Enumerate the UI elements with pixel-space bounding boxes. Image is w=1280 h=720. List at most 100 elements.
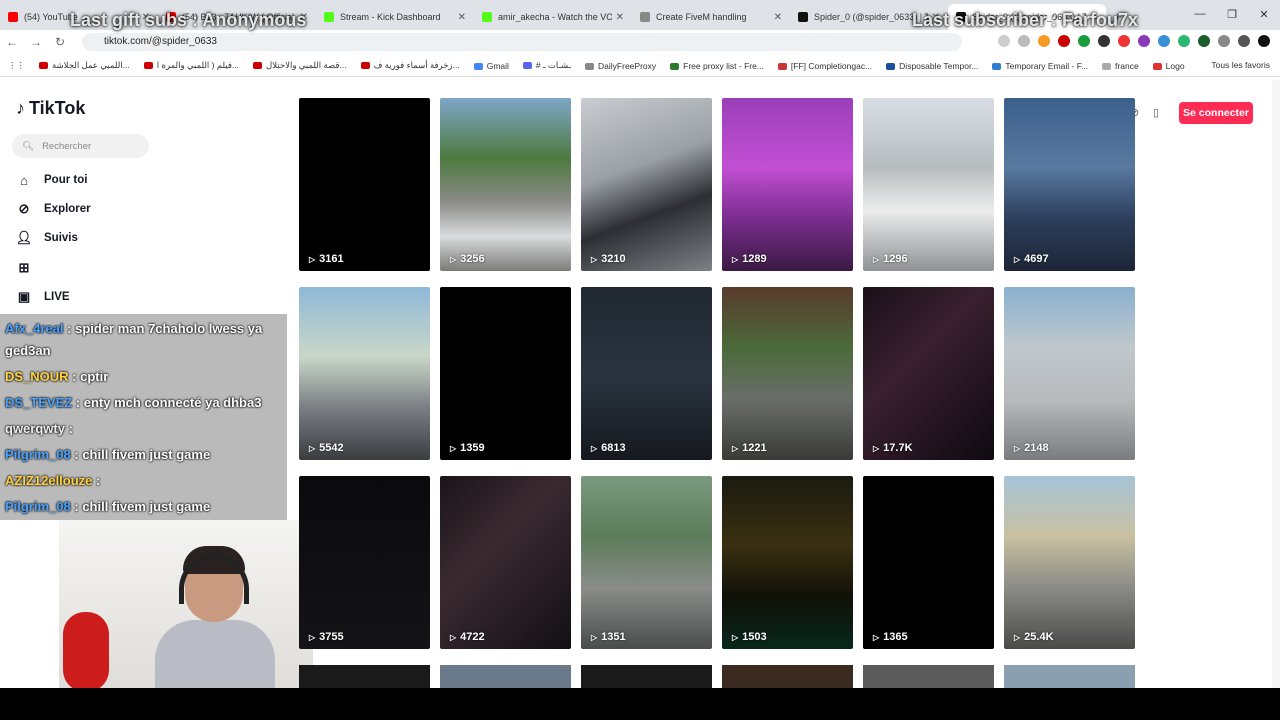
extension-icon[interactable] bbox=[1158, 35, 1170, 47]
sidebar-item-label: LIVE bbox=[44, 291, 70, 303]
back-icon[interactable]: ← bbox=[0, 35, 24, 49]
menu-icon[interactable] bbox=[1238, 35, 1250, 47]
chat-message: Pilgrim_08 : chill fivem just game bbox=[5, 496, 210, 518]
bookmark-item[interactable]: زخرفة أسماء فورية ف... bbox=[360, 60, 460, 71]
extension-icon[interactable] bbox=[1058, 35, 1070, 47]
search-input[interactable]: 🔍︎ Rechercher bbox=[12, 134, 149, 158]
sidebar-item-label: Pour toi bbox=[44, 174, 88, 186]
sidebar-item-live[interactable]: ▣ LIVE bbox=[16, 289, 70, 305]
install-icon[interactable] bbox=[998, 35, 1010, 47]
extension-icon[interactable] bbox=[1118, 35, 1130, 47]
chat-username: Pilgrim_08 bbox=[5, 499, 71, 514]
video-card[interactable]: ▷ 3755 bbox=[299, 476, 430, 649]
view-count-value: 25.4K bbox=[1024, 631, 1054, 643]
video-card[interactable]: ▷ 3161 bbox=[299, 98, 430, 271]
video-card[interactable]: ▷ 1221 bbox=[722, 287, 853, 460]
video-card[interactable]: ▷ 1296 bbox=[863, 98, 994, 271]
video-card-partial[interactable] bbox=[299, 665, 430, 688]
bookmark-item[interactable]: Gmail bbox=[473, 61, 509, 71]
minimize-icon[interactable]: — bbox=[1184, 8, 1216, 20]
extension-icon[interactable] bbox=[1138, 35, 1150, 47]
bookmark-item[interactable]: DailyFreeProxy bbox=[585, 61, 656, 71]
play-icon: ▷ bbox=[450, 443, 457, 453]
view-count: ▷ 3161 bbox=[309, 253, 344, 265]
video-card[interactable]: ▷ 1289 bbox=[722, 98, 853, 271]
login-button[interactable]: Se connecter bbox=[1179, 102, 1253, 124]
bookmark-item[interactable]: قصة اللمبي والاحتلال... bbox=[253, 60, 347, 71]
video-card[interactable]: ▷ 3210 bbox=[581, 98, 712, 271]
browser-tab[interactable]: Create FiveM handling ✕ bbox=[632, 4, 790, 30]
video-card[interactable]: ▷ 4722 bbox=[440, 476, 571, 649]
bookmark-item[interactable]: فيلم ( اللمبي والمرة ا... bbox=[143, 60, 239, 71]
extension-icon[interactable] bbox=[1098, 35, 1110, 47]
page-scrollbar[interactable] bbox=[1272, 80, 1280, 688]
video-card[interactable]: ▷ 2148 bbox=[1004, 287, 1135, 460]
bookmark-item[interactable]: Temporary Email - F... bbox=[992, 61, 1088, 71]
tiktok-logo[interactable]: ♪ TikTok bbox=[16, 98, 85, 119]
video-card-partial[interactable] bbox=[581, 665, 712, 688]
video-card-partial[interactable] bbox=[440, 665, 571, 688]
browser-tab[interactable]: Stream - Kick Dashboard ✕ bbox=[316, 4, 474, 30]
profile-avatar[interactable] bbox=[1258, 35, 1270, 47]
forward-icon[interactable]: → bbox=[24, 35, 48, 49]
sidebar-item-suivis[interactable]: 👤︎ Suivis bbox=[16, 230, 78, 246]
tab-close-icon[interactable]: ✕ bbox=[616, 12, 624, 23]
address-bar-row: ← → ↻ tiktok.com/@spider_0633 bbox=[0, 30, 1280, 54]
video-card[interactable]: ▷ 1359 bbox=[440, 287, 571, 460]
sidebar-item-pour-toi[interactable]: ⌂ Pour toi bbox=[16, 172, 87, 188]
chat-text: : enty mch connecté ya dhba3 bbox=[72, 395, 262, 410]
browser-tab[interactable]: amir_akecha - Watch the VOD ✕ bbox=[474, 4, 632, 30]
bookmark-item[interactable]: # ـشـات ـ bbox=[522, 60, 572, 71]
video-card[interactable]: ▷ 1503 bbox=[722, 476, 853, 649]
url-field[interactable]: tiktok.com/@spider_0633 bbox=[82, 33, 962, 51]
chat-text: : bbox=[92, 473, 101, 488]
video-card[interactable]: ▷ 17.7K bbox=[863, 287, 994, 460]
view-count: ▷ 1289 bbox=[732, 253, 767, 265]
extension-icon[interactable] bbox=[1178, 35, 1190, 47]
bookmark-label: # ـشـات ـ bbox=[535, 60, 572, 70]
bookmark-item[interactable]: france bbox=[1102, 61, 1139, 71]
video-card-partial[interactable] bbox=[1004, 665, 1135, 688]
bookmark-label: [FF] Completiongac... bbox=[790, 60, 873, 71]
reload-icon[interactable]: ↻ bbox=[48, 35, 72, 49]
sidebar-item-upload[interactable]: ⊞ bbox=[16, 260, 32, 276]
extension-icon[interactable] bbox=[1038, 35, 1050, 47]
view-count-value: 1365 bbox=[883, 631, 908, 643]
view-count: ▷ 1365 bbox=[873, 631, 908, 643]
video-card-partial[interactable] bbox=[722, 665, 853, 688]
close-window-icon[interactable]: ✕ bbox=[1248, 8, 1280, 21]
extension-icon[interactable] bbox=[1078, 35, 1090, 47]
video-card[interactable]: ▷ 3256 bbox=[440, 98, 571, 271]
video-card[interactable]: ▷ 6813 bbox=[581, 287, 712, 460]
all-bookmarks-folder[interactable]: Tous les favoris bbox=[1211, 60, 1270, 70]
bookmark-item[interactable]: Free proxy list - Fre... bbox=[670, 61, 764, 71]
bookmark-item[interactable]: [FF] Completiongac... bbox=[777, 60, 873, 71]
puzzle-icon[interactable] bbox=[1218, 35, 1230, 47]
overlay-last-subscriber: Last subscriber : Farfou7x bbox=[912, 10, 1139, 30]
tab-title: Create FiveM handling bbox=[656, 12, 747, 22]
bookmark-item[interactable]: Disposable Tempor... bbox=[886, 61, 978, 71]
video-card[interactable]: ▷ 4697 bbox=[1004, 98, 1135, 271]
bookmark-star-icon[interactable] bbox=[1018, 35, 1030, 47]
bookmark-item[interactable]: Logo bbox=[1152, 61, 1185, 71]
video-card-partial[interactable] bbox=[863, 665, 994, 688]
device-icon[interactable]: ▯ bbox=[1153, 106, 1159, 119]
view-count-value: 17.7K bbox=[883, 442, 913, 454]
chat-username: qwerqwty bbox=[5, 421, 65, 436]
video-card[interactable]: ▷ 5542 bbox=[299, 287, 430, 460]
extension-icon[interactable] bbox=[1198, 35, 1210, 47]
tab-close-icon[interactable]: ✕ bbox=[458, 12, 466, 23]
bookmark-favicon-icon bbox=[886, 62, 896, 70]
video-card[interactable]: ▷ 25.4K bbox=[1004, 476, 1135, 649]
play-icon: ▷ bbox=[591, 443, 598, 453]
video-card[interactable]: ▷ 1365 bbox=[863, 476, 994, 649]
view-count-value: 1221 bbox=[742, 442, 767, 454]
sidebar-item-explorer[interactable]: ⊘ Explorer bbox=[16, 201, 91, 217]
tab-favicon-icon bbox=[640, 12, 650, 22]
bookmark-favicon-icon bbox=[585, 62, 595, 70]
tab-close-icon[interactable]: ✕ bbox=[774, 12, 782, 23]
maximize-icon[interactable]: ❐ bbox=[1216, 8, 1248, 21]
video-card[interactable]: ▷ 1351 bbox=[581, 476, 712, 649]
bookmark-item[interactable]: اللمبي عمل الجلاشة... bbox=[39, 60, 130, 71]
apps-icon[interactable]: ⋮⋮ bbox=[8, 60, 25, 71]
